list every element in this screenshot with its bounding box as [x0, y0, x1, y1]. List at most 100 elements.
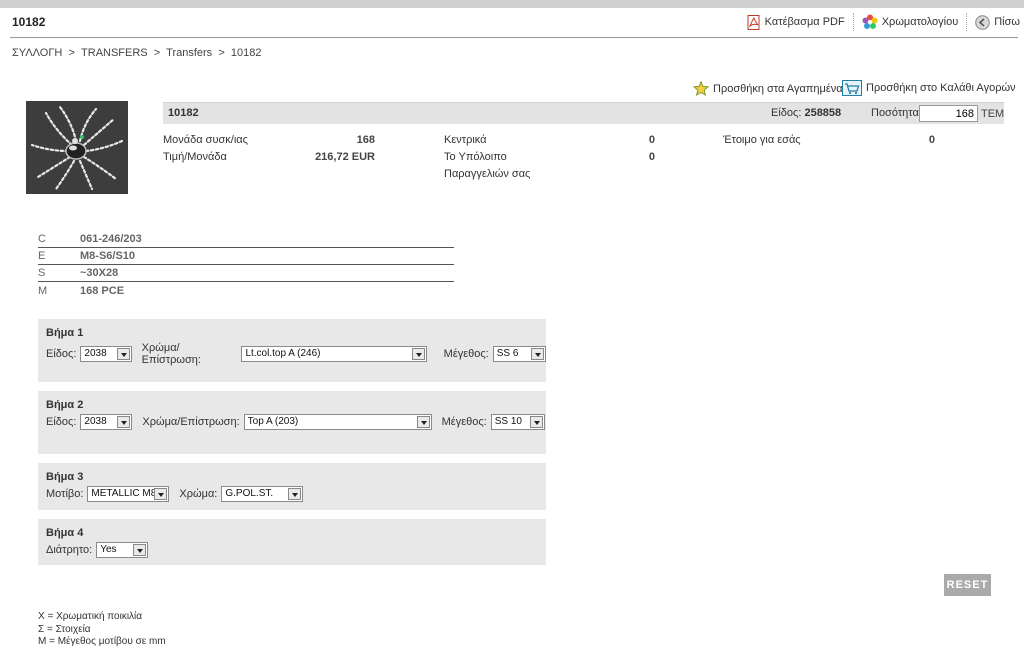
price-label: Τιμή/Μονάδα	[163, 151, 227, 163]
step-1-title: Βήμα 1	[46, 327, 84, 339]
price-value: 216,72 EUR	[315, 151, 375, 163]
back-button[interactable]: Πίσω	[967, 13, 1020, 31]
toolbar: Κατέβασμα PDF Χρωματολογίου Πίσω	[739, 13, 1020, 31]
item-value: 258858	[804, 107, 842, 119]
selected-value: 2038	[84, 416, 107, 427]
step-3-motif-select[interactable]: METALLIC M8	[87, 486, 170, 502]
breadcrumb-item-current: 10182	[230, 47, 262, 59]
back-label: Πίσω	[994, 16, 1020, 28]
selected-value: Lt.col.top A (246)	[245, 348, 321, 359]
step-4-title: Βήμα 4	[46, 527, 84, 539]
color-label: Χρώμα:	[179, 488, 218, 500]
ready-label: Έτοιμο για εσάς	[723, 134, 801, 146]
selected-value: METALLIC M8	[91, 488, 157, 499]
spec-row: C 061-246/203	[38, 231, 454, 248]
step-3-row: Μοτίβο: METALLIC M8 Χρώμα: G.POL.ST.	[46, 486, 304, 502]
step-1-type-select[interactable]: 2038	[80, 346, 132, 362]
chevron-down-icon	[117, 416, 131, 428]
reset-button[interactable]: RESET	[944, 574, 991, 596]
color-label: Χρώμα/Επίστρωση:	[142, 416, 240, 428]
add-to-cart-link[interactable]: Προσθήκη στο Καλάθι Αγορών	[842, 80, 1016, 96]
step-1-panel: Βήμα 1 Είδος: 2038 Χρώμα/Επίστρωση: Lt.c…	[38, 319, 546, 382]
breadcrumb-separator: >	[218, 47, 225, 59]
orders-label: Παραγγελιών σας	[444, 168, 531, 180]
color-label: Χρώμα/Επίστρωση:	[141, 342, 201, 366]
chevron-down-icon	[288, 488, 302, 500]
central-stock-value: 0	[648, 134, 655, 146]
header-divider	[10, 37, 1018, 38]
spec-value: 061-246/203	[80, 233, 142, 245]
breadcrumb-item-transfers[interactable]: TRANSFERS	[81, 47, 148, 59]
step-2-row: Είδος: 2038 Χρώμα/Επίστρωση: Top A (203)…	[46, 414, 545, 430]
step-2-type-select[interactable]: 2038	[80, 414, 133, 430]
breadcrumb-separator: >	[68, 47, 75, 59]
step-1-color-select[interactable]: Lt.col.top A (246)	[241, 346, 427, 362]
step-3-title: Βήμα 3	[46, 471, 84, 483]
favorites-label: Προσθήκη στα Αγαπημένα	[713, 82, 843, 95]
step-3-panel: Βήμα 3 Μοτίβο: METALLIC M8 Χρώμα: G.POL.…	[38, 463, 546, 510]
pack-unit-label: Μονάδα συσκ/ιας	[163, 134, 248, 146]
breadcrumb: ΣΥΛΛΟΓΗ > TRANSFERS > Transfers > 10182	[12, 47, 261, 59]
chevron-down-icon	[529, 416, 543, 428]
step-2-size-select[interactable]: SS 10	[490, 414, 545, 430]
selected-value: SS 6	[496, 348, 519, 359]
step-4-perforated-select[interactable]: Yes	[96, 542, 149, 558]
chevron-down-icon	[116, 348, 130, 360]
selected-value: Yes	[100, 544, 117, 555]
legend-item: X = Χρωματική ποικιλία	[38, 611, 143, 622]
pdf-icon	[747, 14, 760, 30]
type-label: Είδος:	[46, 416, 77, 428]
page-title: 10182	[12, 15, 46, 29]
perforated-label: Διάτρητο:	[46, 544, 93, 556]
item-label: Είδος:	[771, 107, 802, 119]
cart-icon	[842, 80, 862, 96]
spec-value: 168 PCE	[80, 284, 125, 297]
step-4-row: Διάτρητο: Yes	[46, 542, 149, 558]
legend-item: Σ = Στοιχεία	[38, 624, 91, 635]
pdf-label: Κατέβασμα PDF	[764, 16, 845, 28]
spec-key: E	[38, 250, 46, 262]
step-1-row: Είδος: 2038 Χρώμα/Επίστρωση: Lt.col.top …	[46, 342, 546, 366]
add-to-favorites-link[interactable]: Προσθήκη στα Αγαπημένα	[693, 81, 843, 96]
quantity-unit: TEM	[981, 108, 1005, 120]
selected-value: G.POL.ST.	[225, 488, 274, 499]
spec-key: M	[38, 284, 48, 297]
chevron-down-icon	[133, 544, 147, 556]
breadcrumb-item-transfers-sub[interactable]: Transfers	[166, 47, 212, 59]
chevron-down-icon	[154, 488, 168, 500]
legend-item: M = Μέγεθος μοτίβου σε mm	[38, 636, 166, 647]
balance-value: 0	[648, 151, 655, 163]
quantity-input[interactable]	[919, 105, 978, 122]
quantity-label: Ποσότητα:	[871, 107, 922, 119]
breadcrumb-separator: >	[153, 47, 161, 59]
step-1-size-select[interactable]: SS 6	[492, 346, 546, 362]
spec-value: M8-S6/S10	[80, 250, 136, 262]
product-item-number: Είδος: 258858	[771, 107, 841, 119]
palette-label: Χρωματολογίου	[881, 16, 959, 28]
spec-key: S	[38, 267, 46, 279]
selected-value: 2038	[84, 348, 107, 359]
pack-unit-value: 168	[356, 134, 375, 146]
star-icon	[693, 81, 709, 96]
pdf-download-button[interactable]: Κατέβασμα PDF	[739, 13, 854, 31]
step-2-color-select[interactable]: Top A (203)	[243, 414, 432, 430]
step-3-color-select[interactable]: G.POL.ST.	[221, 486, 304, 502]
cart-label: Προσθήκη στο Καλάθι Αγορών	[866, 82, 1016, 94]
palette-icon	[862, 14, 878, 29]
spec-row: M 168 PCE	[38, 282, 454, 299]
type-label: Είδος:	[46, 348, 77, 360]
spec-row: E M8-S6/S10	[38, 248, 454, 265]
central-stock-label: Κεντρικά	[444, 134, 487, 146]
size-label: Μέγεθος:	[443, 348, 489, 360]
top-strip	[0, 0, 1024, 8]
spec-key: C	[38, 233, 46, 245]
breadcrumb-item-collection[interactable]: ΣΥΛΛΟΓΗ	[12, 47, 62, 59]
ready-value: 0	[928, 134, 935, 146]
product-code: 10182	[168, 107, 199, 119]
palette-button[interactable]: Χρωματολογίου	[854, 13, 968, 31]
selected-value: SS 10	[494, 416, 522, 427]
step-2-panel: Βήμα 2 Είδος: 2038 Χρώμα/Επίστρωση: Top …	[38, 391, 546, 454]
step-2-title: Βήμα 2	[46, 399, 84, 411]
spec-value: ~30X28	[80, 267, 119, 279]
product-image	[26, 101, 128, 194]
